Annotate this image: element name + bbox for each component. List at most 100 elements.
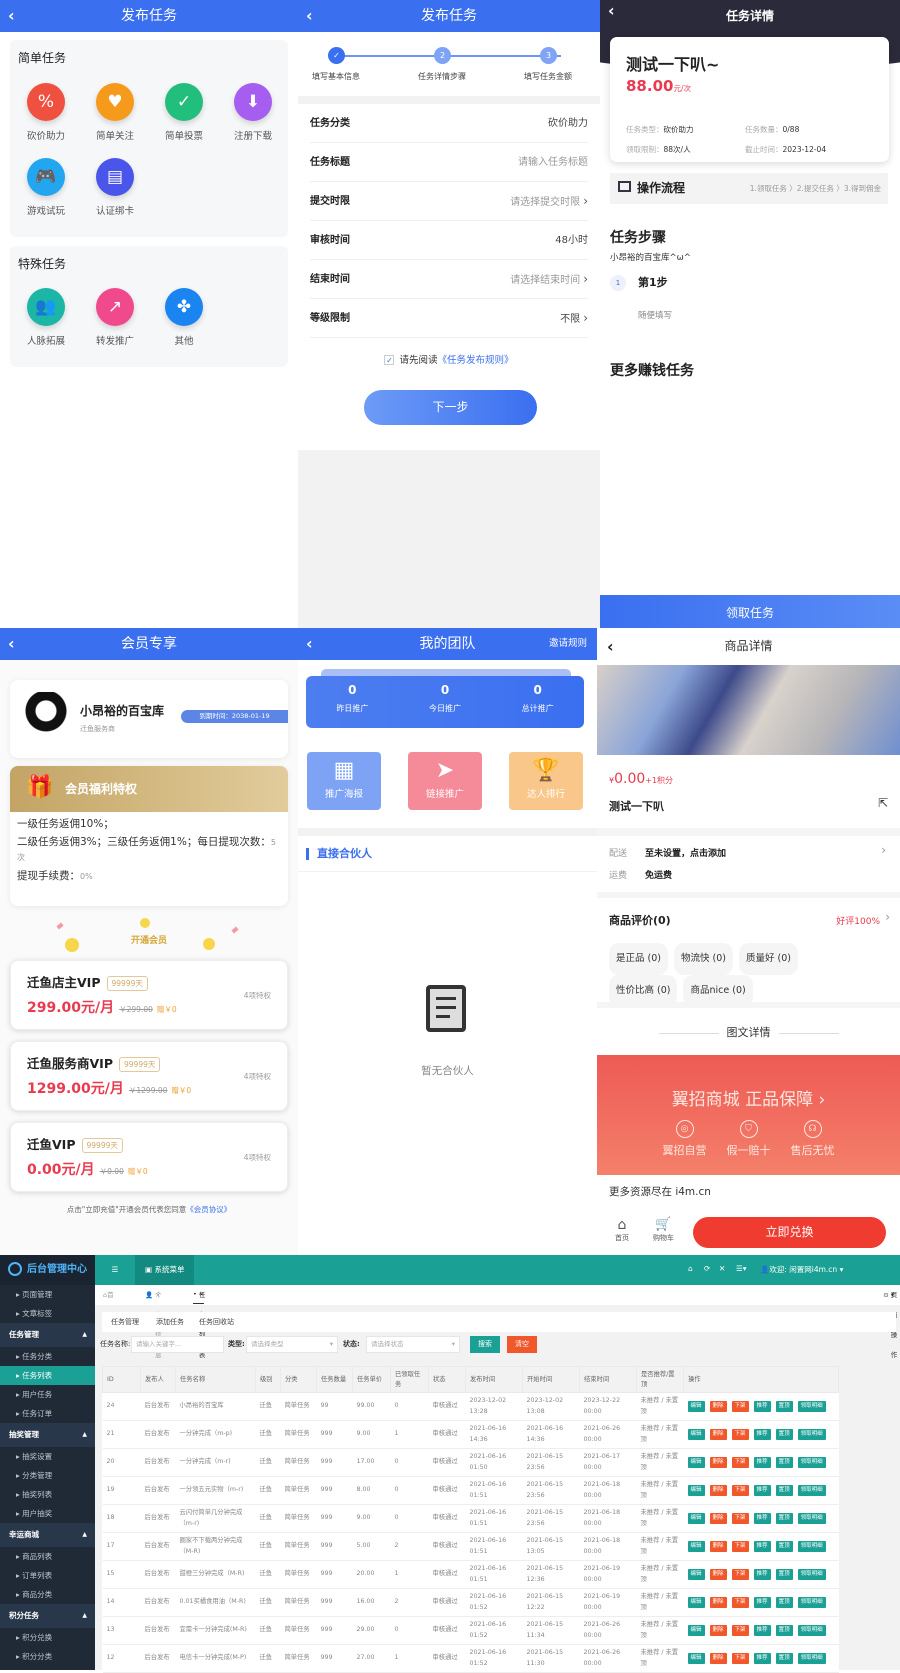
subtab-task-manage[interactable]: 任务管理 [111, 1312, 139, 1332]
action-button[interactable]: 领取明细 [797, 1569, 826, 1580]
action-button[interactable]: 领取明细 [797, 1625, 826, 1636]
form-row[interactable]: 任务标题 请输入任务标题 [310, 143, 588, 182]
action-button[interactable]: 删除 [709, 1429, 727, 1440]
system-menu-tab[interactable]: ▣ 系统菜单 [135, 1255, 195, 1285]
action-button[interactable]: 删除 [709, 1569, 727, 1580]
action-button[interactable]: 下架 [731, 1429, 749, 1440]
task-type-grid[interactable]: ✤ 其他 [154, 288, 214, 347]
task-type-share[interactable]: ↗ 转发推广 [85, 288, 145, 347]
action-button[interactable]: 领取明细 [797, 1457, 826, 1468]
search-button[interactable]: 搜索 [470, 1336, 500, 1353]
action-button[interactable]: 编辑 [687, 1513, 705, 1524]
rules-link[interactable]: 《任务发布规则》 [438, 355, 514, 366]
action-button[interactable]: 推荐 [753, 1429, 771, 1440]
action-button[interactable]: 置顶 [775, 1653, 793, 1664]
sidebar-item[interactable]: ▸ 任务列表 [0, 1366, 95, 1385]
home-icon[interactable]: ⌂ [688, 1264, 693, 1273]
shipping-address-link[interactable]: 至未设置，点击添加 [645, 846, 726, 859]
claim-task-button[interactable]: 领取任务 [600, 595, 900, 628]
action-button[interactable]: 领取明细 [797, 1653, 826, 1664]
type-filter-select[interactable]: 请选择类型 ▾ [246, 1336, 338, 1353]
action-button[interactable]: 下架 [731, 1597, 749, 1608]
action-button[interactable]: 下架 [731, 1541, 749, 1552]
sidebar-item[interactable]: ▸ 商品列表 [0, 1547, 95, 1566]
refresh-icon[interactable]: ⟳ [704, 1264, 710, 1273]
sidebar-item[interactable]: ▸ 积分分类 [0, 1647, 95, 1666]
task-type-vote-box[interactable]: ✓ 简单投票 [154, 83, 214, 142]
sidebar-item[interactable]: ▸ 抽奖设置 [0, 1447, 95, 1466]
action-button[interactable]: 置顶 [775, 1485, 793, 1496]
exchange-button[interactable]: 立即兑换 [693, 1217, 886, 1248]
status-filter-select[interactable]: 请选择状态 ▾ [366, 1336, 460, 1353]
task-type-price-tag[interactable]: % 砍价助力 [16, 83, 76, 142]
subtab-add-task[interactable]: 添加任务 [156, 1312, 184, 1332]
agree-checkbox[interactable]: ✓ [384, 355, 395, 365]
chevron-right-icon[interactable]: › [885, 910, 890, 924]
action-button[interactable]: 下架 [731, 1485, 749, 1496]
action-button[interactable]: 领取明细 [797, 1541, 826, 1552]
action-button[interactable]: 推荐 [753, 1541, 771, 1552]
action-button[interactable]: 推荐 [753, 1513, 771, 1524]
chevron-right-icon[interactable]: › [881, 843, 886, 857]
vip-plan-card[interactable]: 迁鱼服务商VIP 99999天 1299.00元/月 ￥1299.00 赠￥0 4项特权 [10, 1041, 288, 1111]
action-button[interactable]: 编辑 [687, 1429, 705, 1440]
chevron-left-icon[interactable]: ‹ [306, 0, 313, 32]
action-button[interactable]: 领取明细 [797, 1513, 826, 1524]
sidebar-item[interactable]: ▸ 订单列表 [0, 1566, 95, 1585]
fullscreen-icon[interactable]: ✕ [719, 1264, 725, 1273]
sidebar-item[interactable]: ▸ 用户抽奖 [0, 1504, 95, 1523]
task-type-people[interactable]: 👥 人脉拓展 [16, 288, 76, 347]
sidebar-item[interactable]: ▸ 页面管理 [0, 1285, 95, 1304]
action-button[interactable]: 下架 [731, 1653, 749, 1664]
action-button[interactable]: 编辑 [687, 1653, 705, 1664]
action-button[interactable]: 推荐 [753, 1401, 771, 1412]
action-button[interactable]: 置顶 [775, 1569, 793, 1580]
sidebar-item[interactable]: ▸ 商品分类 [0, 1585, 95, 1604]
action-button[interactable]: 删除 [709, 1485, 727, 1496]
task-type-download[interactable]: ⬇ 注册下载 [223, 83, 283, 142]
action-button[interactable]: 推荐 [753, 1485, 771, 1496]
next-step-button[interactable]: 下一步 [364, 390, 537, 425]
task-type-card-link[interactable]: ▤ 认证绑卡 [85, 158, 145, 217]
sidebar-item[interactable]: ▸ 任务订单 [0, 1404, 95, 1423]
sidebar-group[interactable]: 积分任务 [0, 1604, 95, 1628]
action-button[interactable]: 置顶 [775, 1429, 793, 1440]
action-button[interactable]: 置顶 [775, 1625, 793, 1636]
action-button[interactable]: 推荐 [753, 1597, 771, 1608]
subtab-recycle[interactable]: 任务回收站 [199, 1312, 234, 1332]
sidebar-group[interactable]: 抽奖管理 [0, 1423, 95, 1447]
chevron-left-icon[interactable]: ‹ [8, 628, 15, 660]
action-button[interactable]: 编辑 [687, 1541, 705, 1552]
form-row[interactable]: 等级限制 不限 › [310, 299, 588, 338]
action-button[interactable]: 下架 [731, 1457, 749, 1468]
action-button[interactable]: 领取明细 [797, 1597, 826, 1608]
action-button[interactable]: 删除 [709, 1625, 727, 1636]
review-tag[interactable]: 商品nice (0) [683, 975, 753, 1007]
member-agreement-link[interactable]: 《会员协议》 [186, 1205, 231, 1214]
clear-button[interactable]: 清空 [507, 1336, 537, 1353]
sidebar-item[interactable]: ▸ 积分兑换 [0, 1628, 95, 1647]
vip-plan-card[interactable]: 迁鱼店主VIP 99999天 299.00元/月 ￥299.00 赠￥0 4项特权 [10, 960, 288, 1030]
action-button[interactable]: 删除 [709, 1653, 727, 1664]
nav-cart[interactable]: 🛒 购物车 [653, 1217, 674, 1243]
action-button[interactable]: 删除 [709, 1457, 727, 1468]
action-button[interactable]: 编辑 [687, 1569, 705, 1580]
invite-rules-link[interactable]: 邀请规则 [549, 628, 587, 660]
nav-home[interactable]: ⌂ 首页 [615, 1217, 629, 1243]
action-button[interactable]: 领取明细 [797, 1485, 826, 1496]
action-button[interactable]: 下架 [731, 1569, 749, 1580]
tab-home[interactable]: ⌂ 首页 [103, 1285, 114, 1319]
task-type-heart-plus[interactable]: ♥ 简单关注 [85, 83, 145, 142]
action-button[interactable]: 推荐 [753, 1457, 771, 1468]
sidebar-item[interactable]: ▸ 抽奖列表 [0, 1485, 95, 1504]
action-button[interactable]: 删除 [709, 1597, 727, 1608]
review-tag[interactable]: 是正品 (0) [609, 943, 668, 975]
action-button[interactable]: 置顶 [775, 1541, 793, 1552]
form-row[interactable]: 提交时限 请选择提交时限 › [310, 182, 588, 221]
action-button[interactable]: 推荐 [753, 1625, 771, 1636]
action-button[interactable]: 删除 [709, 1513, 727, 1524]
action-button[interactable]: 编辑 [687, 1485, 705, 1496]
page-ops-menu[interactable]: ⊙ 页面操作 ▾ [883, 1285, 897, 1359]
vip-plan-card[interactable]: 迁鱼VIP 99999天 0.00元/月 ￥0.00 赠￥0 4项特权 [10, 1122, 288, 1192]
action-button[interactable]: 下架 [731, 1625, 749, 1636]
